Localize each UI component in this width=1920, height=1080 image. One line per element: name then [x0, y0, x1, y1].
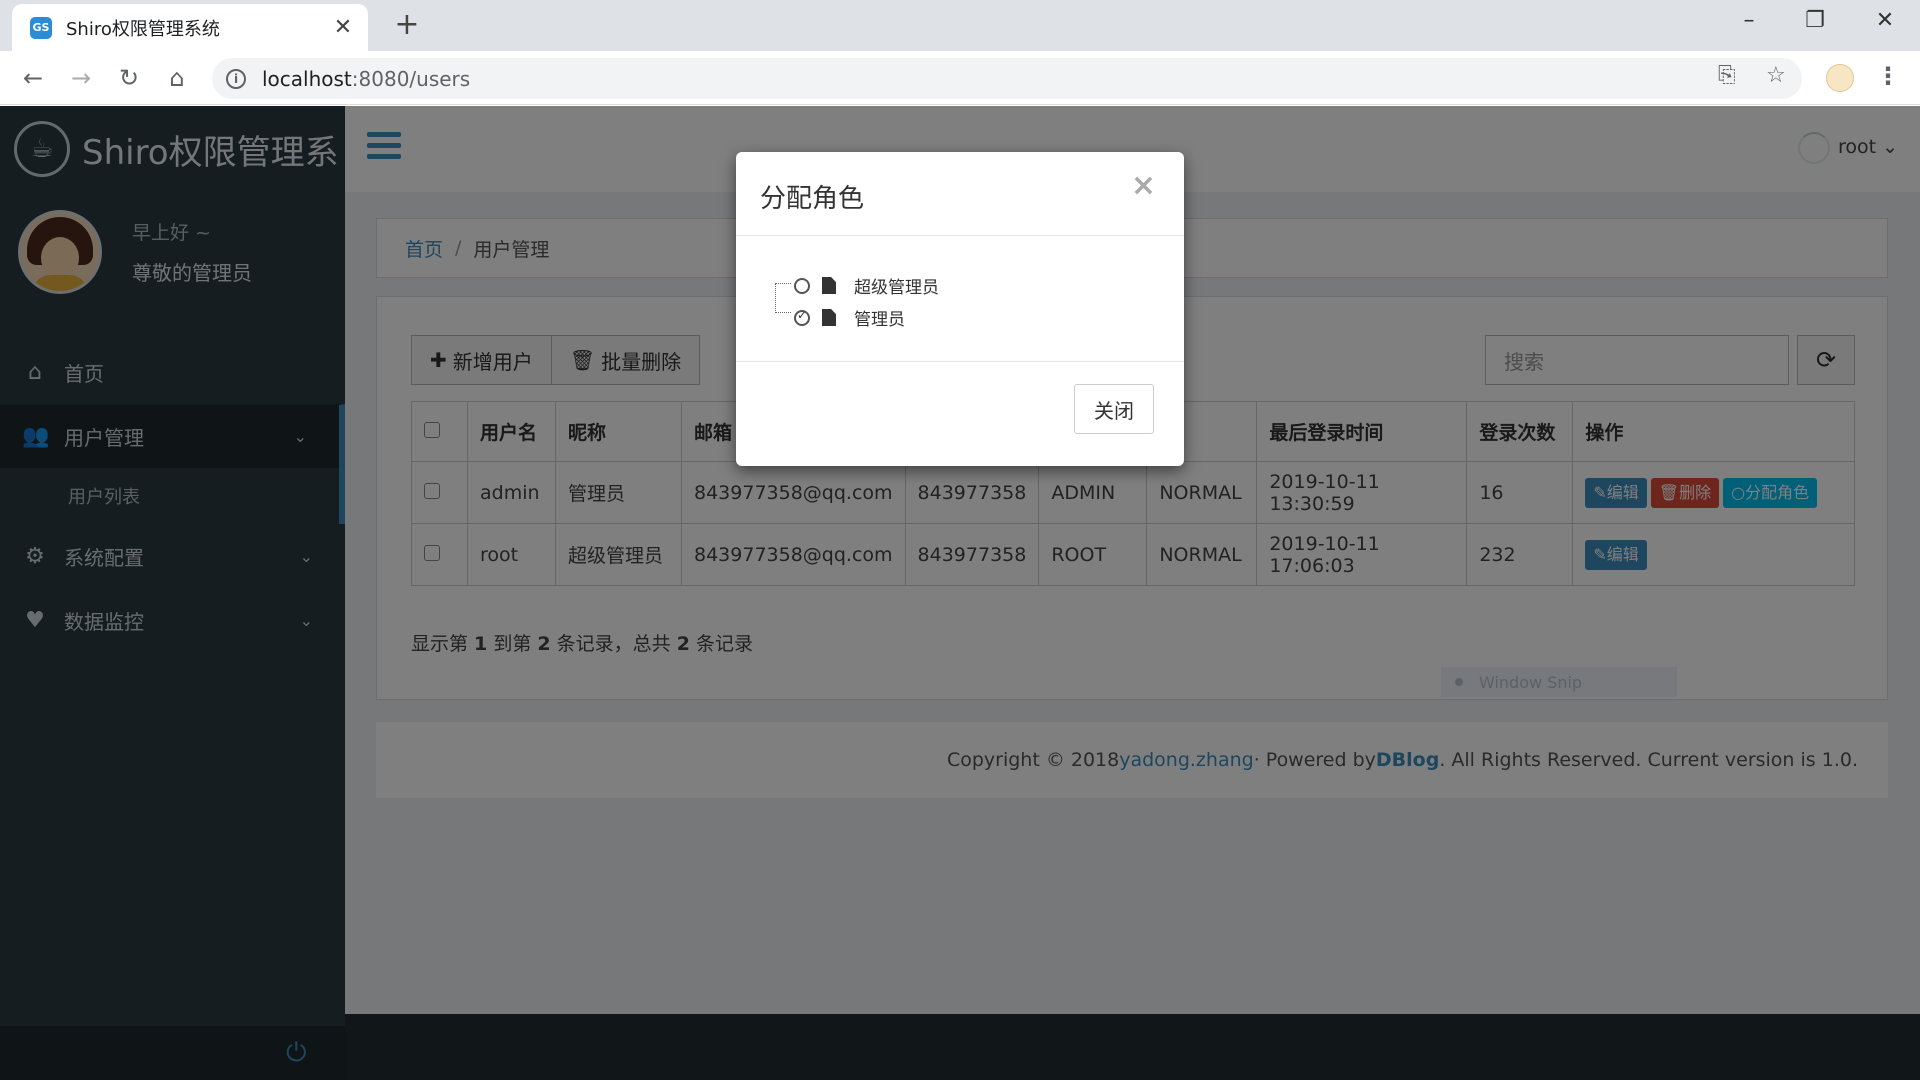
role-label: 管理员	[854, 310, 905, 330]
new-tab-icon[interactable]: +	[392, 10, 422, 40]
favicon-icon: GS	[30, 16, 52, 39]
browser-menu-icon[interactable]: ⋮	[1876, 62, 1900, 90]
role-radio[interactable]	[794, 277, 810, 294]
browser-tab-strip: GS Shiro权限管理系统 ✕ + – ❐ ✕	[0, 0, 1920, 51]
reload-icon[interactable]: ↻	[114, 63, 144, 93]
modal-header: 分配角色 ×	[736, 152, 1184, 236]
role-label: 超级管理员	[854, 278, 939, 298]
maximize-icon[interactable]: ❐	[1800, 8, 1830, 33]
modal-title: 分配角色	[760, 184, 865, 214]
address-bar: ← → ↻ ⌂ i localhost:8080/users ⎘ ☆	[0, 51, 1920, 105]
translate-icon[interactable]: ⎘	[1718, 63, 1736, 88]
tree-connector	[775, 283, 791, 284]
bookmark-star-icon[interactable]: ☆	[1766, 63, 1786, 88]
profile-avatar-icon[interactable]	[1826, 64, 1854, 92]
tab-close-icon[interactable]: ✕	[332, 15, 354, 40]
file-icon	[822, 277, 836, 294]
home-icon[interactable]: ⌂	[162, 63, 192, 93]
role-tree-node[interactable]: 超级管理员	[794, 273, 939, 298]
role-radio-checked[interactable]	[794, 308, 810, 326]
tree-connector	[775, 283, 791, 313]
minimize-icon[interactable]: –	[1734, 8, 1764, 33]
close-button[interactable]: 关闭	[1074, 384, 1154, 434]
assign-role-modal: 分配角色 × 超级管理员 管理员 关闭	[736, 152, 1184, 466]
window-close-icon[interactable]: ✕	[1870, 8, 1900, 33]
info-icon[interactable]: i	[226, 68, 246, 89]
role-tree-node[interactable]: 管理员	[794, 305, 905, 330]
back-icon[interactable]: ←	[18, 63, 48, 93]
close-icon[interactable]: ×	[1131, 168, 1156, 203]
modal-footer: 关闭	[736, 362, 1184, 462]
file-icon	[822, 309, 836, 326]
url-path: :8080/users	[351, 66, 471, 91]
url-host: localhost	[262, 66, 352, 91]
url-input[interactable]: i localhost:8080/users	[212, 58, 1802, 99]
tab-title: Shiro权限管理系统	[66, 18, 220, 40]
browser-tab[interactable]: GS Shiro权限管理系统 ✕	[12, 4, 368, 51]
role-tree: 超级管理员 管理员	[736, 236, 1184, 362]
forward-icon[interactable]: →	[66, 63, 96, 93]
